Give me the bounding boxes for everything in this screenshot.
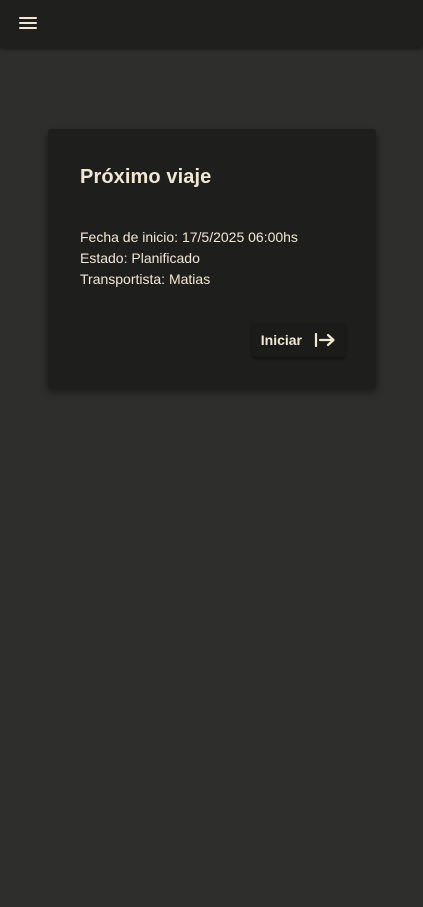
start-trip-button[interactable]: Iniciar: [251, 323, 345, 357]
app-bar: [0, 0, 423, 47]
menu-icon: [19, 17, 37, 29]
start-arrow-icon: [314, 332, 335, 348]
trip-details: Fecha de inicio: 17/5/2025 06:00hs Estad…: [80, 227, 344, 290]
start-trip-label: Iniciar: [260, 332, 302, 348]
menu-button[interactable]: [10, 7, 46, 39]
next-trip-card: Próximo viaje Fecha de inicio: 17/5/2025…: [48, 129, 376, 389]
trip-status: Estado: Planificado: [80, 250, 200, 266]
card-title: Próximo viaje: [80, 166, 212, 188]
trip-start-date: Fecha de inicio: 17/5/2025 06:00hs: [80, 229, 298, 245]
trip-carrier: Transportista: Matias: [80, 271, 211, 287]
